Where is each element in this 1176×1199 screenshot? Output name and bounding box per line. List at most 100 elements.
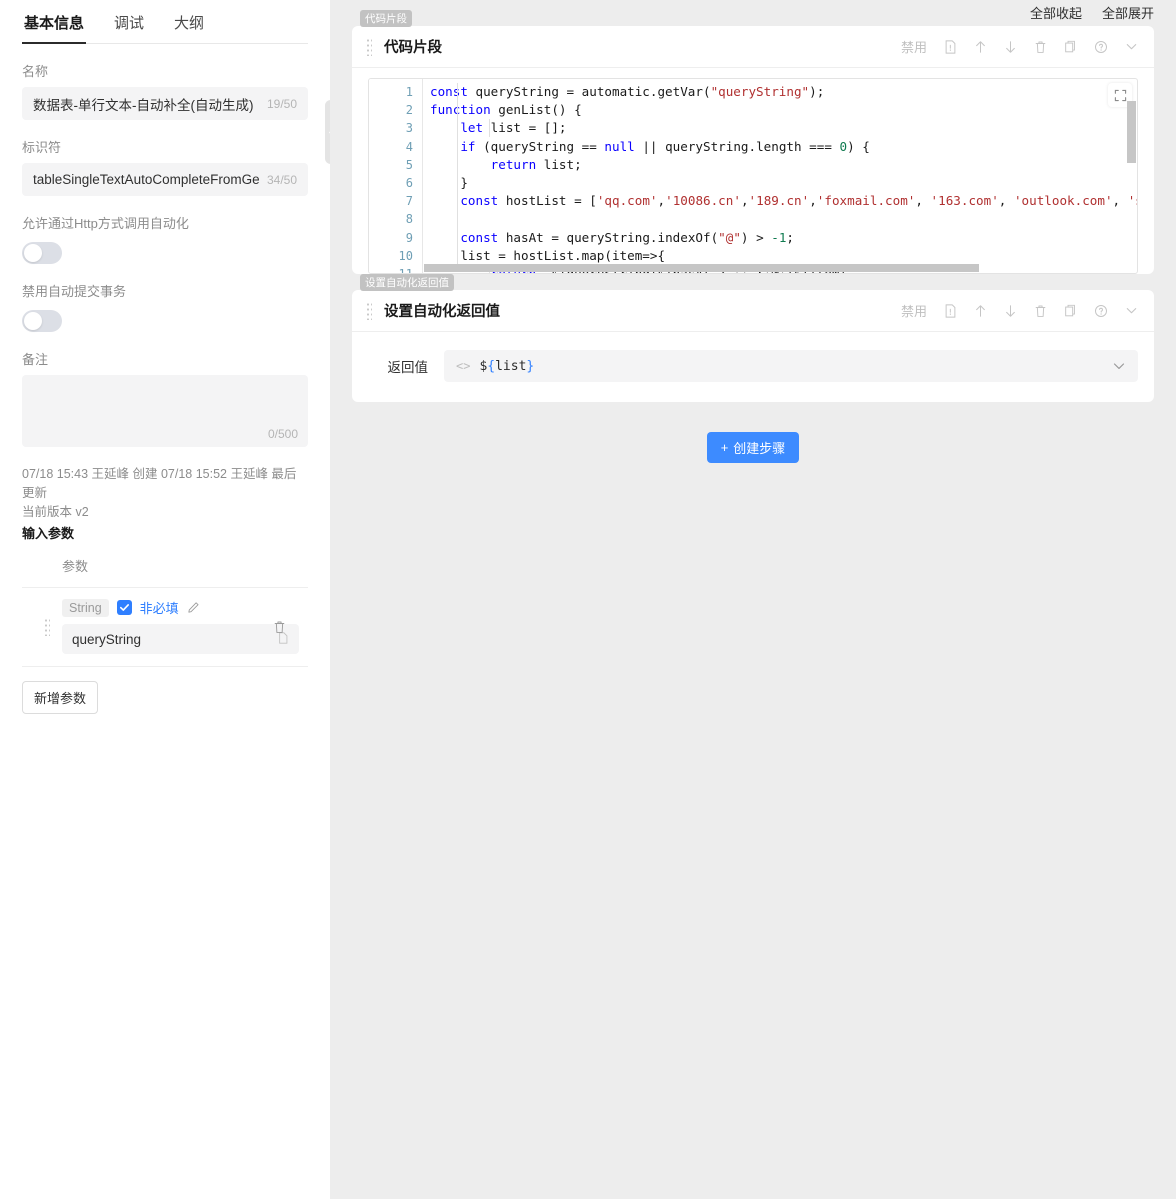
- input-params-title: 输入参数: [22, 523, 308, 542]
- code-snippet-block: 代码片段 代码片段 禁用: [352, 26, 1154, 274]
- help-circle-icon[interactable]: [1094, 304, 1108, 318]
- code-snippet-tag: 代码片段: [360, 10, 412, 27]
- code-snippet-toolbar: 禁用: [901, 37, 1138, 56]
- identifier-field-label: 标识符: [22, 137, 308, 156]
- metadata-info: 07/18 15:43 王延峰 创建 07/18 15:52 王延峰 最后更新 …: [22, 465, 308, 521]
- metadata-version: 当前版本 v2: [22, 503, 308, 522]
- line-number: 10: [369, 247, 422, 265]
- arrow-up-icon[interactable]: [974, 40, 987, 54]
- create-step-label: 创建步骤: [733, 438, 785, 457]
- main-panel: 全部收起 全部展开 代码片段 代码片段 禁用: [330, 0, 1176, 1199]
- fullscreen-icon: [1114, 89, 1127, 102]
- metadata-created-updated: 07/18 15:43 王延峰 创建 07/18 15:52 王延峰 最后更新: [22, 465, 308, 503]
- tab-basic-info[interactable]: 基本信息: [22, 8, 86, 43]
- block-drag-handle-icon[interactable]: [366, 302, 372, 320]
- line-number: 11: [369, 265, 422, 274]
- param-delete-button[interactable]: [273, 620, 286, 639]
- code-editor[interactable]: 1 2 3 4 5 6 7 8 9 10 11 const queryStr: [368, 78, 1138, 274]
- name-input-value: 数据表-单行文本-自动补全(自动生成): [33, 94, 259, 114]
- code-line: let list = [];: [430, 119, 1137, 137]
- return-value-field[interactable]: <> ${list}: [444, 350, 1138, 382]
- copy-icon[interactable]: [1064, 40, 1077, 54]
- param-row: String 非必填 queryString: [22, 588, 308, 667]
- remark-field-label: 备注: [22, 349, 308, 368]
- code-line: }: [430, 174, 1137, 192]
- line-number: 9: [369, 229, 422, 247]
- copy-icon[interactable]: [1064, 304, 1077, 318]
- line-number: 6: [369, 174, 422, 192]
- editor-vertical-scrollbar[interactable]: [1127, 101, 1136, 163]
- param-column-header: 参数: [22, 542, 308, 588]
- param-required-label[interactable]: 非必填: [140, 598, 179, 617]
- http-toggle-switch[interactable]: [22, 242, 62, 264]
- code-snippet-header: 代码片段 禁用: [352, 26, 1154, 68]
- check-icon: [119, 602, 130, 613]
- code-gutter: 1 2 3 4 5 6 7 8 9 10 11: [369, 79, 423, 273]
- param-meta-row: String 非必填: [62, 598, 308, 617]
- chevron-down-icon[interactable]: [1125, 304, 1138, 317]
- param-type-chip[interactable]: String: [62, 599, 109, 617]
- identifier-input[interactable]: tableSingleTextAutoCompleteFromGen 34/50: [22, 163, 308, 196]
- plus-icon: +: [721, 440, 729, 455]
- arrow-up-icon[interactable]: [974, 304, 987, 318]
- name-counter: 19/50: [267, 97, 297, 111]
- code-snippet-title: 代码片段: [384, 36, 442, 57]
- help-circle-icon[interactable]: [1094, 40, 1108, 54]
- identifier-input-value: tableSingleTextAutoCompleteFromGen: [33, 172, 259, 187]
- block-drag-handle-icon[interactable]: [366, 38, 372, 56]
- tab-outline[interactable]: 大纲: [172, 8, 206, 43]
- code-line: const hasAt = queryString.indexOf("@") >…: [430, 229, 1137, 247]
- line-number: 4: [369, 138, 422, 156]
- note-icon[interactable]: [944, 40, 957, 54]
- code-brackets-icon: <>: [456, 359, 470, 373]
- param-required-checkbox[interactable]: [117, 600, 132, 615]
- note-icon[interactable]: [944, 304, 957, 318]
- return-value-label: 返回值: [368, 356, 428, 376]
- code-line: if (queryString == null || queryString.l…: [430, 138, 1137, 156]
- return-value-chevron-icon[interactable]: [1112, 359, 1126, 373]
- arrow-down-icon[interactable]: [1004, 40, 1017, 54]
- param-name-input[interactable]: queryString: [62, 624, 299, 654]
- add-param-button[interactable]: 新增参数: [22, 681, 98, 714]
- line-number: 7: [369, 192, 422, 210]
- code-content[interactable]: const queryString = automatic.getVar("qu…: [424, 79, 1137, 273]
- left-sidebar: 基本信息 调试 大纲 名称 数据表-单行文本-自动补全(自动生成) 19/50 …: [0, 0, 330, 1199]
- name-field-label: 名称: [22, 61, 308, 80]
- identifier-counter: 34/50: [267, 173, 297, 187]
- transaction-toggle-label: 禁用自动提交事务: [22, 281, 308, 300]
- return-value-tag: 设置自动化返回值: [360, 274, 454, 291]
- tab-debug[interactable]: 调试: [112, 8, 146, 43]
- name-input[interactable]: 数据表-单行文本-自动补全(自动生成) 19/50: [22, 87, 308, 120]
- return-value-text: ${list}: [479, 359, 534, 374]
- return-value-toolbar: 禁用: [901, 301, 1138, 320]
- return-value-header: 设置自动化返回值 禁用: [352, 290, 1154, 332]
- line-number: 8: [369, 210, 422, 228]
- return-value-body: 返回值 <> ${list}: [352, 332, 1154, 402]
- code-line: list = hostList.map(item=>{: [430, 247, 1137, 265]
- edit-pencil-icon[interactable]: [187, 601, 200, 614]
- drag-handle-icon[interactable]: [44, 618, 50, 636]
- trash-icon[interactable]: [1034, 304, 1047, 318]
- code-line: const hostList = ['qq.com','10086.cn','1…: [430, 192, 1137, 210]
- disable-button[interactable]: 禁用: [901, 37, 927, 56]
- create-step-button[interactable]: + 创建步骤: [707, 432, 800, 463]
- code-line: return list;: [430, 156, 1137, 174]
- line-number: 2: [369, 101, 422, 119]
- expand-all-button[interactable]: 全部展开: [1102, 3, 1154, 22]
- code-line: [430, 210, 1137, 228]
- collapse-all-button[interactable]: 全部收起: [1030, 3, 1082, 22]
- line-number: 5: [369, 156, 422, 174]
- arrow-down-icon[interactable]: [1004, 304, 1017, 318]
- return-value-title: 设置自动化返回值: [384, 300, 500, 321]
- editor-horizontal-scrollbar[interactable]: [424, 264, 979, 272]
- disable-button[interactable]: 禁用: [901, 301, 927, 320]
- remark-textarea[interactable]: 0/500: [22, 375, 308, 447]
- remark-counter: 0/500: [268, 427, 298, 441]
- transaction-toggle-switch[interactable]: [22, 310, 62, 332]
- main-topbar: 全部收起 全部展开: [352, 0, 1154, 22]
- param-name-value: queryString: [72, 632, 278, 647]
- chevron-down-icon[interactable]: [1125, 40, 1138, 53]
- trash-icon[interactable]: [1034, 40, 1047, 54]
- code-line: const queryString = automatic.getVar("qu…: [430, 83, 1137, 101]
- http-toggle-label: 允许通过Http方式调用自动化: [22, 213, 308, 232]
